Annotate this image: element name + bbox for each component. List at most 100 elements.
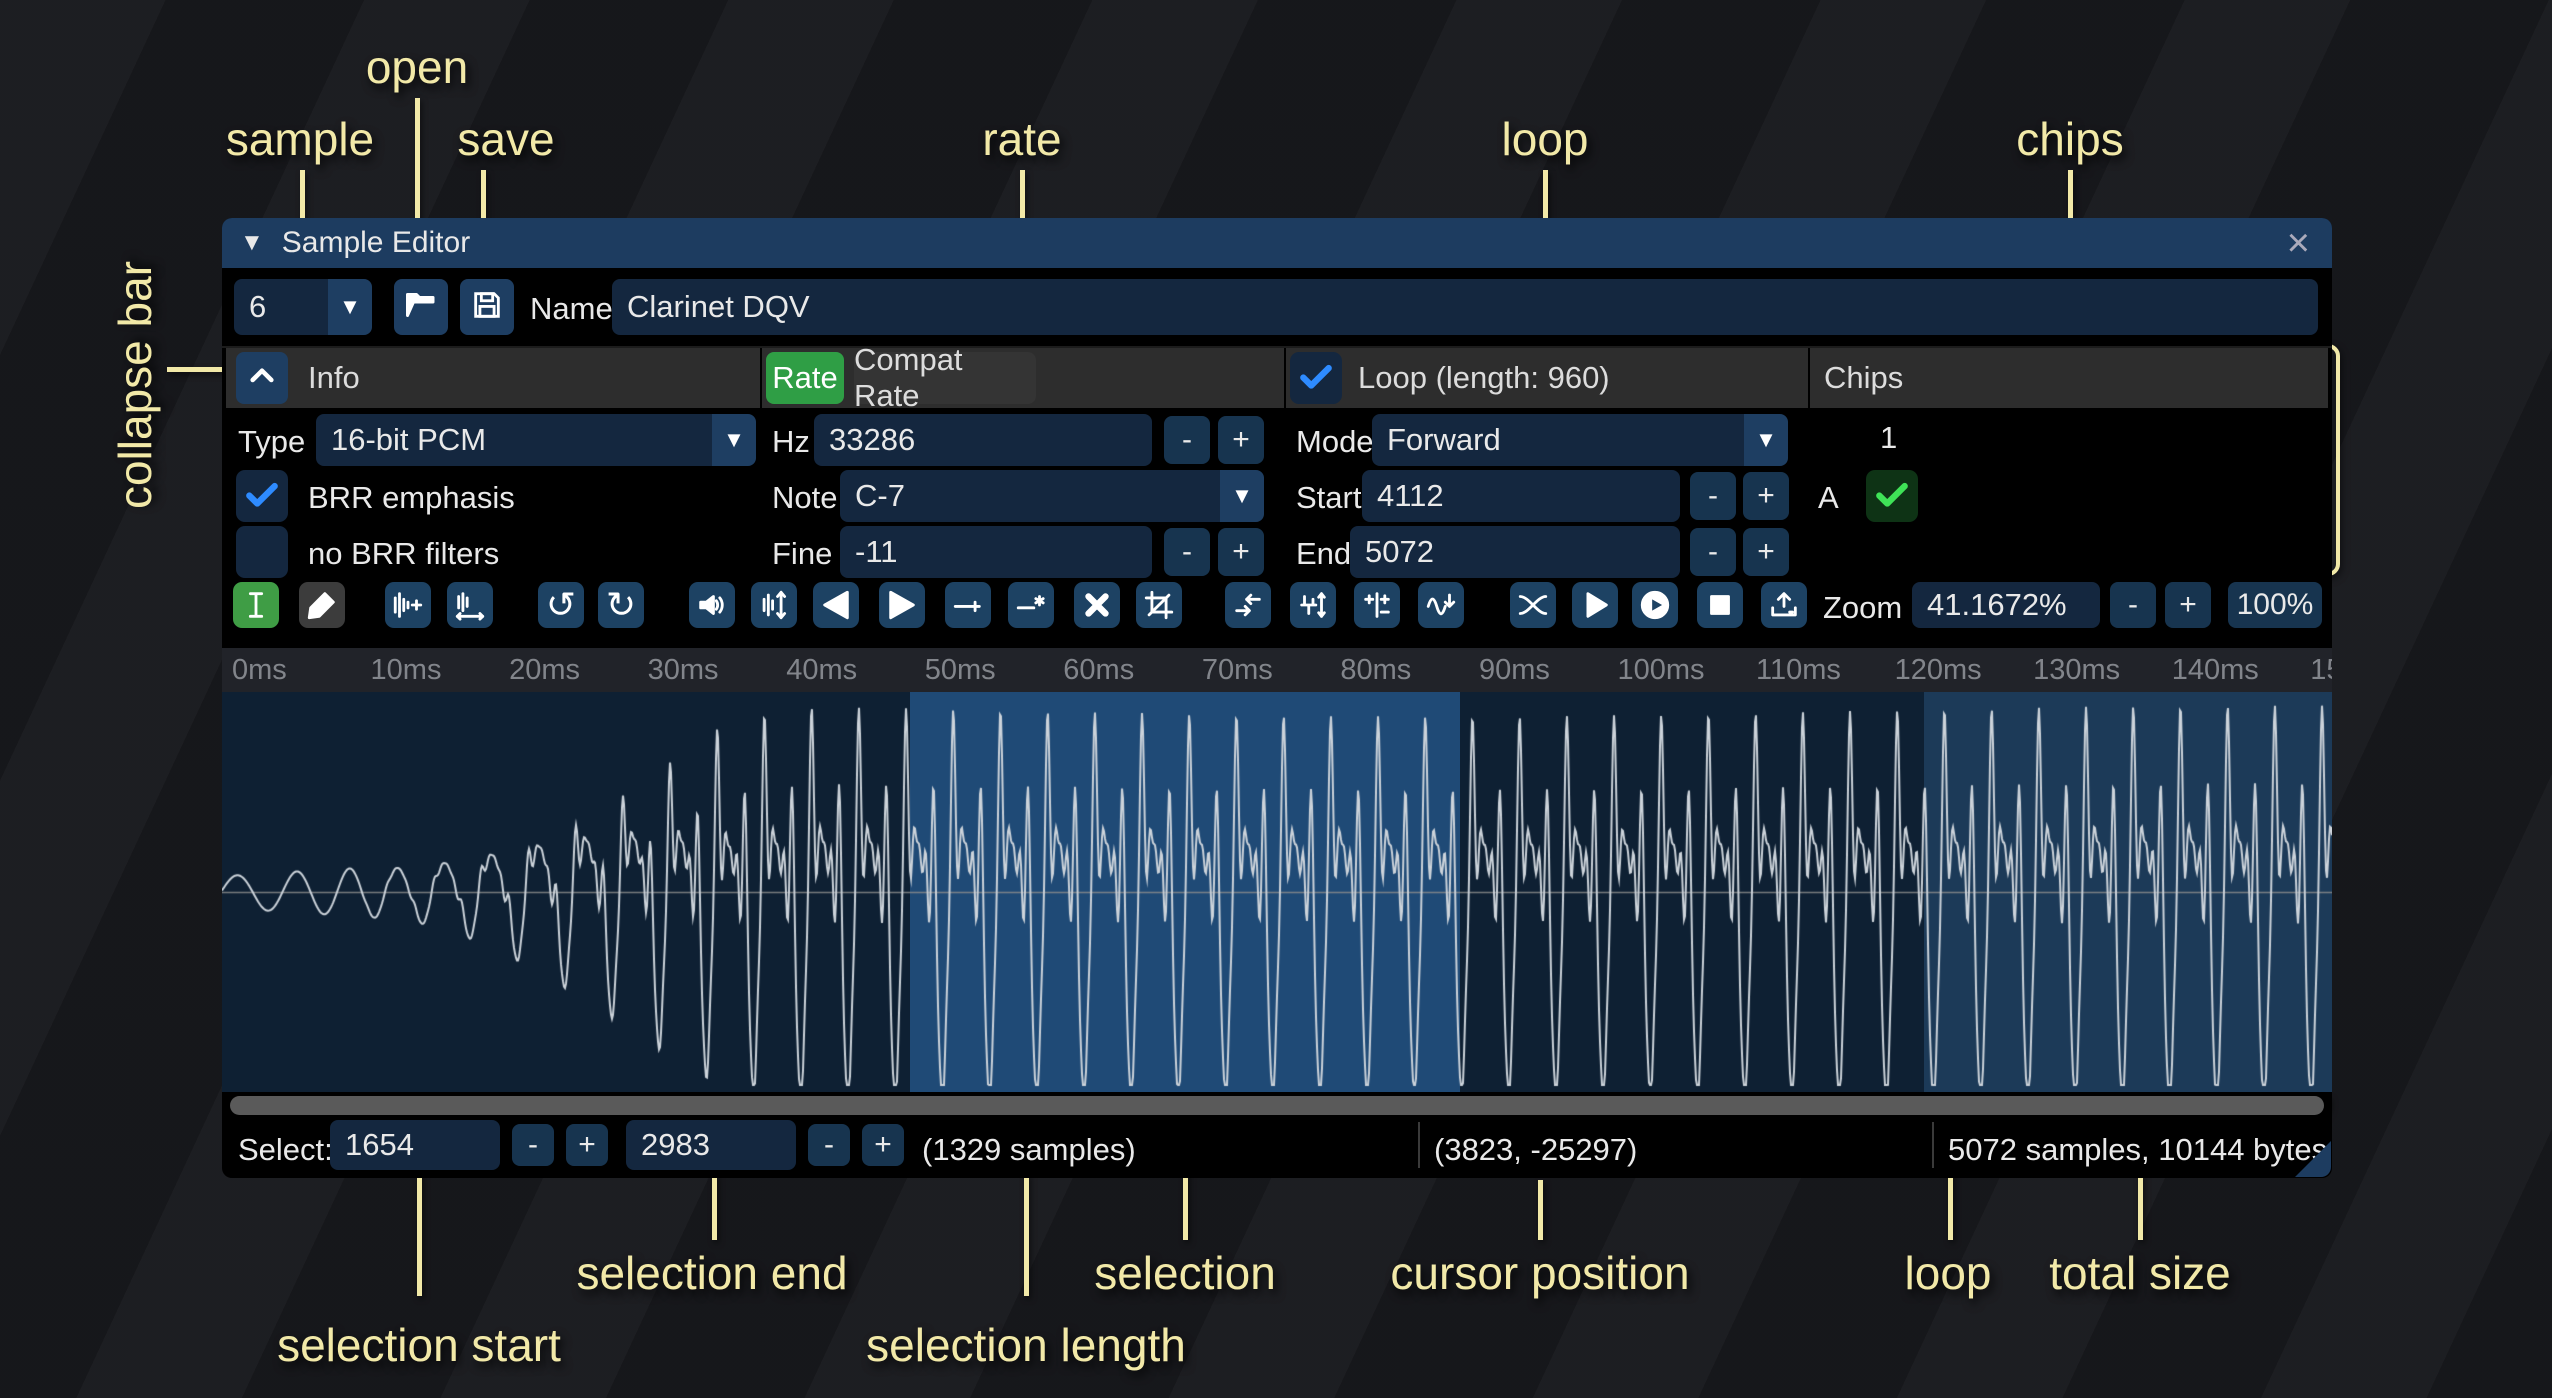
resize-button[interactable] [385,582,431,628]
collapse-bar-button[interactable] [236,352,288,404]
sample-name-input[interactable] [612,279,2318,335]
play-circle-icon [1638,588,1672,622]
annotation-selection: selection [1094,1246,1276,1300]
ruler-tick-label: 100ms [1618,654,1705,687]
name-label: Name [530,291,613,327]
checkmark-icon [1873,475,1911,518]
amplify-button[interactable] [689,582,735,628]
save-button[interactable] [460,279,514,335]
invert-button[interactable] [1290,582,1336,628]
selection-end-plus-button[interactable]: + [862,1124,904,1166]
reverse-button[interactable] [1225,582,1271,628]
type-select[interactable]: 16-bit PCM ▼ [316,414,756,466]
undo-button[interactable]: ↺ [538,582,584,628]
titlebar[interactable]: ▼ Sample Editor × [222,218,2332,268]
create-wavetable-button[interactable] [1761,582,1807,628]
chips-row-label: A [1818,480,1839,516]
edit-mode-draw-button[interactable] [299,582,345,628]
play-icon [1578,588,1612,622]
window-resize-grip[interactable] [2295,1141,2331,1177]
loop-end-label: End [1296,536,1351,572]
upload-icon [1767,588,1801,622]
fine-plus-button[interactable]: + [1218,528,1264,576]
fine-input[interactable] [840,526,1152,578]
loop-end-minus-button[interactable]: - [1690,528,1736,576]
resample-button[interactable] [447,582,493,628]
fade-in-icon [819,588,853,622]
timeline-ruler[interactable]: 0ms10ms20ms30ms40ms50ms60ms70ms80ms90ms1… [222,648,2332,692]
sample-editor-window: ▼ Sample Editor × 6 ▼ Name Info Type 16-… [222,218,2332,1178]
tab-rate[interactable]: Rate [766,352,844,404]
edit-mode-select-button[interactable] [233,582,279,628]
ruler-tick-label: 50ms [925,654,996,687]
select-label: Select: [238,1132,333,1168]
preview-button[interactable] [1632,582,1678,628]
waveform-display[interactable] [222,692,2332,1092]
play-button[interactable] [1572,582,1618,628]
sample-select[interactable]: 6 ▼ [234,279,372,335]
sample-select-value: 6 [234,279,328,335]
selection-end-minus-button[interactable]: - [808,1124,850,1166]
delete-button[interactable] [1074,582,1120,628]
selection-start-input[interactable] [330,1120,500,1170]
loop-mode-select[interactable]: Forward ▼ [1372,414,1788,466]
zoom-input[interactable] [1912,582,2100,628]
selection-end-input[interactable] [626,1120,796,1170]
hz-minus-button[interactable]: - [1164,416,1210,464]
loop-end-plus-button[interactable]: + [1743,528,1789,576]
redo-button[interactable]: ↻ [598,582,644,628]
type-select-value: 16-bit PCM [316,414,712,466]
zoom-in-button[interactable]: + [2165,582,2211,628]
scrollbar-thumb[interactable] [230,1096,2324,1115]
invert-icon [1296,588,1330,622]
loop-enable-checkbox[interactable] [1290,352,1342,404]
apply-filter-button[interactable] [1418,582,1464,628]
status-divider [1418,1122,1420,1168]
loop-start-plus-button[interactable]: + [1743,472,1789,520]
crossfade-button[interactable] [1510,582,1556,628]
fine-minus-button[interactable]: - [1164,528,1210,576]
trim-button[interactable] [1136,582,1182,628]
chevron-up-icon [246,360,278,397]
brr-emphasis-label: BRR emphasis [308,480,515,516]
hz-plus-button[interactable]: + [1218,416,1264,464]
zoom-out-button[interactable]: - [2110,582,2156,628]
signed-unsigned-button[interactable] [1354,582,1400,628]
fade-out-button[interactable] [879,582,925,628]
apply-silence-button[interactable] [1008,582,1054,628]
hz-input[interactable] [814,414,1152,466]
waveform-canvas[interactable] [222,692,2332,1092]
chevron-down-icon[interactable]: ▼ [1220,470,1264,522]
open-button[interactable] [394,279,448,335]
chevron-down-icon[interactable]: ▼ [1744,414,1788,466]
window-title: Sample Editor [282,226,470,260]
annotation-cursor-position: cursor position [1390,1246,1689,1300]
selection-start-plus-button[interactable]: + [566,1124,608,1166]
selection-start-minus-button[interactable]: - [512,1124,554,1166]
ruler-tick-label: 40ms [786,654,857,687]
cursor-position-text: (3823, -25297) [1434,1132,1637,1168]
chevron-down-icon[interactable]: ▼ [712,414,756,466]
sign-icon [1360,588,1394,622]
chip-enable-checkbox[interactable] [1866,470,1918,522]
no-brr-filters-checkbox[interactable] [236,526,288,578]
normalize-button[interactable] [751,582,797,628]
pencil-icon [305,588,339,622]
insert-silence-button[interactable] [945,582,991,628]
waveform-scrollbar[interactable] [222,1094,2332,1116]
ruler-tick-label: 0ms [232,654,287,687]
loop-start-minus-button[interactable]: - [1690,472,1736,520]
ruler-tick-label: 110ms [1756,654,1841,687]
stop-button[interactable] [1697,582,1743,628]
note-select[interactable]: C-7 ▼ [840,470,1264,522]
loop-start-input[interactable] [1362,470,1680,522]
brr-emphasis-checkbox[interactable] [236,470,288,522]
mode-label: Mode [1296,424,1374,460]
zoom-reset-button[interactable]: 100% [2228,582,2322,628]
loop-end-input[interactable] [1350,526,1680,578]
chevron-down-icon[interactable]: ▼ [328,279,372,335]
window-collapse-icon[interactable]: ▼ [240,229,264,257]
tab-compat-rate[interactable]: Compat Rate [854,352,1036,404]
fade-in-button[interactable] [813,582,859,628]
close-icon[interactable]: × [2287,223,2310,263]
